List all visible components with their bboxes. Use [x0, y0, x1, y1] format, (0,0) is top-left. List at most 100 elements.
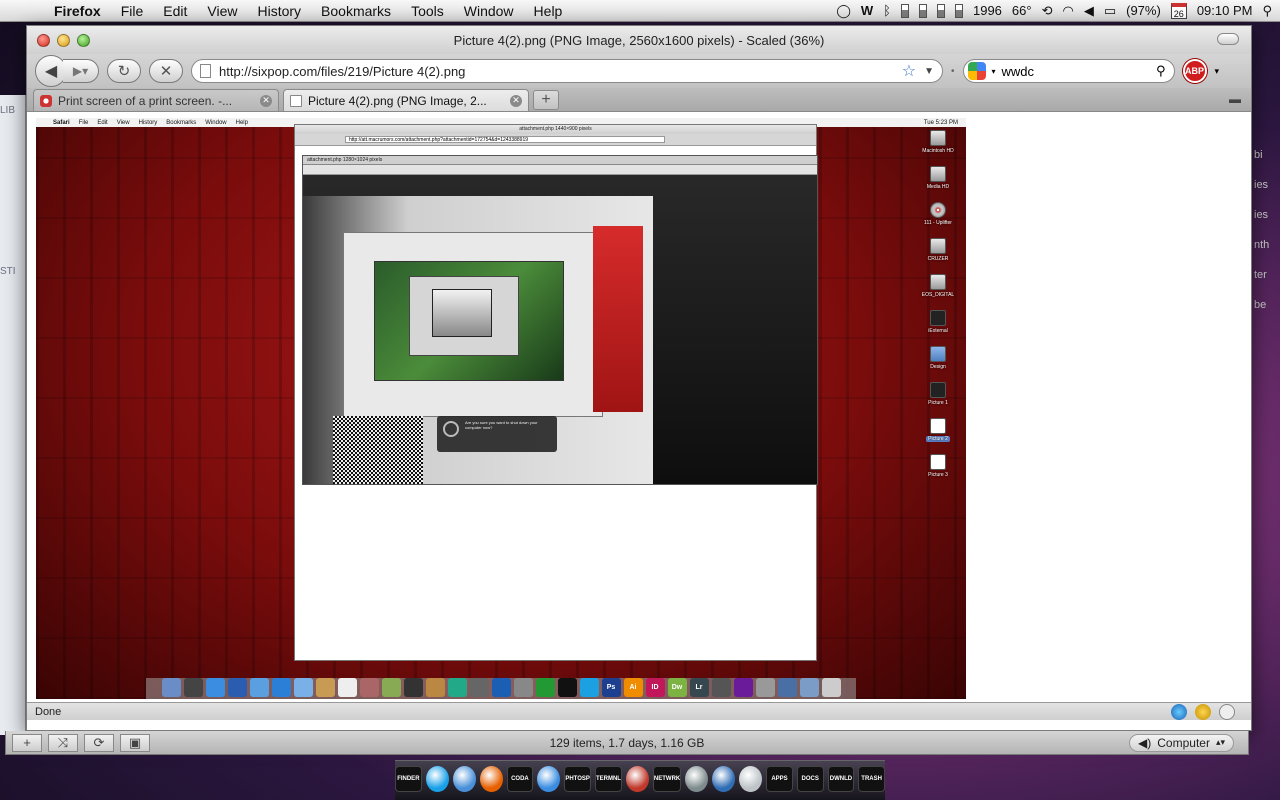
add-button[interactable]: +	[12, 733, 42, 752]
calendar-icon[interactable]: 26	[1170, 2, 1187, 19]
engine-dropdown-icon[interactable]: ▾	[992, 67, 996, 76]
bg-text: ter	[1254, 269, 1267, 281]
plus-icon: +	[541, 91, 551, 108]
tab-picture[interactable]: Picture 4(2).png (PNG Image, 2... ✕	[283, 89, 529, 111]
wifi-icon[interactable]: ◠	[1062, 3, 1073, 19]
image-dock-icon	[293, 678, 313, 697]
clock[interactable]: 09:10 PM	[1197, 3, 1253, 18]
tab-close-icon[interactable]: ✕	[260, 94, 272, 107]
new-tab-button[interactable]: +	[533, 90, 559, 110]
speaker-select[interactable]: ◀) Computer ▴▾	[1129, 733, 1234, 752]
search-input[interactable]: wwdc	[1002, 64, 1150, 79]
nested-pattern	[333, 416, 423, 484]
dock-item-firefox-icon[interactable]	[479, 765, 503, 792]
dock-item-phtosp-icon[interactable]: PHTOSP	[564, 765, 591, 792]
dw-icon: Dw	[667, 678, 687, 697]
battery-percent[interactable]: (97%)	[1126, 3, 1161, 18]
dock-item-app-icon[interactable]	[625, 765, 649, 792]
image-browser-window: attachment.php 1440×900 pixels http://at…	[294, 124, 818, 661]
dock-item-apps-icon[interactable]: APPS	[766, 765, 793, 792]
earth-addon-icon[interactable]	[1171, 703, 1187, 720]
network-meter-icon[interactable]	[954, 3, 963, 18]
dock-item-app-icon[interactable]	[712, 765, 736, 792]
minimize-window-button[interactable]	[57, 33, 70, 47]
menu-edit[interactable]: Edit	[153, 3, 197, 19]
image-dock-icon	[755, 678, 775, 697]
forward-button[interactable]: ▶▾	[63, 59, 99, 83]
smiley-addon-icon[interactable]	[1195, 703, 1211, 720]
document-favicon-icon	[290, 94, 302, 107]
search-bar[interactable]: ▾ wwdc ⚲	[962, 59, 1175, 83]
year-readout[interactable]: 1996	[973, 3, 1002, 18]
dock-item-app-icon[interactable]	[739, 765, 763, 792]
bluetooth-icon[interactable]: ᛒ	[883, 3, 891, 18]
clock-addon-icon[interactable]	[1219, 703, 1235, 720]
menu-window[interactable]: Window	[454, 3, 524, 19]
weather-readout[interactable]: 66°	[1012, 3, 1032, 18]
artwork-button[interactable]: ▣	[120, 733, 150, 752]
image-dock-icon	[447, 678, 467, 697]
zoom-window-button[interactable]	[77, 33, 90, 47]
spotlight-search-icon[interactable]: ⚲	[1262, 3, 1272, 19]
dock-item-netwrk-icon[interactable]: NETWRK	[652, 765, 682, 792]
external-drive-icon	[929, 310, 946, 326]
disk-meter-icon[interactable]	[936, 3, 945, 18]
menu-tools[interactable]: Tools	[401, 3, 454, 19]
menu-history[interactable]: History	[247, 3, 311, 19]
url-dropdown-icon[interactable]: ▼	[924, 66, 934, 77]
tab-print-screen[interactable]: Print screen of a print screen. -... ✕	[33, 89, 279, 111]
reload-button[interactable]: ↻	[107, 59, 141, 83]
dock-item-trash-icon[interactable]: TRASH	[858, 765, 885, 792]
power-icon	[443, 421, 459, 437]
desktop-icon: 111 - Uplifter	[924, 202, 952, 226]
dock-item-termnl-icon[interactable]: TERMNL	[594, 765, 622, 792]
dock-item-coda-icon[interactable]: CODA	[506, 765, 534, 792]
close-window-button[interactable]	[37, 33, 50, 47]
dock-item-safari-icon[interactable]	[537, 765, 561, 792]
bookmark-star-icon[interactable]: ☆	[902, 61, 916, 81]
toolbar-toggle-button[interactable]	[1217, 33, 1239, 45]
tab-close-icon[interactable]: ✕	[510, 94, 522, 107]
nested-screenshot: attachment.php 1280×1024 pixels Are you …	[302, 155, 818, 485]
menu-help[interactable]: Help	[524, 3, 573, 19]
menu-bookmarks[interactable]: Bookmarks	[311, 3, 401, 19]
menu-file[interactable]: File	[111, 3, 154, 19]
displayed-image[interactable]: Safari File Edit View History Bookmarks …	[36, 118, 966, 699]
dock-item-finder-icon[interactable]: FINDER	[395, 765, 422, 792]
status-menus: ◯ W ᛒ 1996 66° ⟲ ◠ ◀ ▭ (97%) 26 09:10 PM…	[836, 2, 1280, 19]
abp-dropdown-icon[interactable]: ▾	[1215, 66, 1220, 77]
url-text[interactable]: http://sixpop.com/files/219/Picture 4(2)…	[219, 64, 894, 79]
app-menu[interactable]: Firefox	[44, 3, 111, 19]
speech-bubble-icon[interactable]: ◯	[836, 3, 851, 19]
ai-icon: Ai	[623, 678, 643, 697]
window-titlebar[interactable]: Picture 4(2).png (PNG Image, 2560x1600 p…	[27, 26, 1251, 54]
menu-view[interactable]: View	[197, 3, 247, 19]
sidebar-label-library: LIB	[0, 105, 16, 116]
desktop-icon: iExternal	[928, 310, 948, 334]
repeat-button[interactable]: ⟳	[84, 733, 114, 752]
dock-item-app-icon[interactable]	[685, 765, 709, 792]
adblock-plus-button[interactable]: ABP	[1182, 59, 1207, 83]
volume-icon[interactable]: ◀	[1084, 3, 1094, 19]
url-bar[interactable]: http://sixpop.com/files/219/Picture 4(2)…	[191, 59, 943, 83]
dock-item-skype-icon[interactable]	[425, 765, 449, 792]
search-magnifier-icon[interactable]: ⚲	[1156, 63, 1166, 79]
nested-title: attachment.php 1280×1024 pixels	[303, 156, 817, 165]
tab-list-icon[interactable]: ▬	[1229, 92, 1241, 106]
w-icon[interactable]: W	[861, 3, 873, 18]
stop-button[interactable]: ✕	[149, 59, 183, 83]
google-engine-icon[interactable]	[967, 62, 986, 80]
memory-meter-icon[interactable]	[918, 3, 927, 18]
shuffle-button[interactable]: ⤨	[48, 733, 78, 752]
dock-item-dwnld-icon[interactable]: DWNLD	[827, 765, 855, 792]
desktop-icon-label: EOS_DIGITAL	[921, 292, 955, 298]
image-file-icon	[929, 454, 946, 470]
dock-item-itunes-icon[interactable]	[452, 765, 476, 792]
navigation-toolbar: ◀ ▶▾ ↻ ✕ http://sixpop.com/files/219/Pic…	[27, 54, 1251, 88]
time-machine-icon[interactable]: ⟲	[1042, 3, 1053, 19]
image-menu-item: Window	[205, 119, 227, 126]
battery-icon[interactable]: ▭	[1104, 3, 1116, 19]
cpu-meter-icon[interactable]	[900, 3, 909, 18]
dock-item-docs-icon[interactable]: DOCS	[796, 765, 824, 792]
image-menu-item: Safari	[53, 119, 70, 126]
